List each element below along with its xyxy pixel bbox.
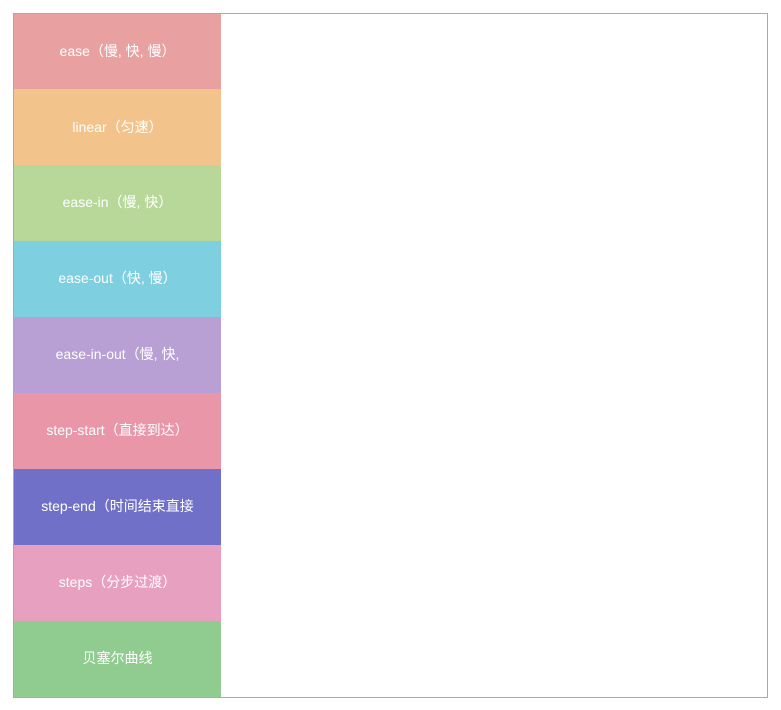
sidebar-item-linear[interactable]: linear（匀速） <box>14 89 221 165</box>
main-content <box>221 14 767 697</box>
sidebar-item-ease[interactable]: ease（慢, 快, 慢） <box>14 14 221 90</box>
sidebar-item-ease-out[interactable]: ease-out（快, 慢） <box>14 241 221 317</box>
sidebar-item-ease-in[interactable]: ease-in（慢, 快） <box>14 165 221 241</box>
sidebar-item-steps[interactable]: steps（分步过渡） <box>14 545 221 621</box>
sidebar-item-ease-in-out[interactable]: ease-in-out（慢, 快, <box>14 317 221 393</box>
sidebar-item-bezier[interactable]: 贝塞尔曲线 <box>14 621 221 697</box>
sidebar: ease（慢, 快, 慢）linear（匀速）ease-in（慢, 快）ease… <box>14 14 221 697</box>
sidebar-item-step-end[interactable]: step-end（时间结束直接 <box>14 469 221 545</box>
sidebar-item-step-start[interactable]: step-start（直接到达） <box>14 393 221 469</box>
main-container: ease（慢, 快, 慢）linear（匀速）ease-in（慢, 快）ease… <box>13 13 768 698</box>
